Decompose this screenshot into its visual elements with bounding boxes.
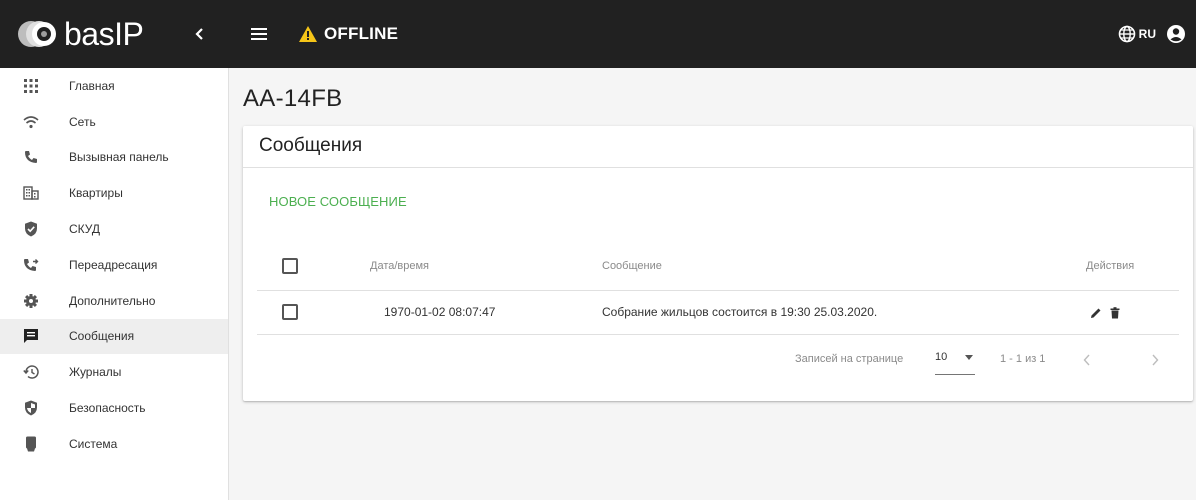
trash-icon [1110, 307, 1120, 319]
rows-per-page-value: 10 [935, 351, 948, 363]
sidebar-item-label: Дополнительно [69, 293, 156, 308]
chevron-right-icon [1152, 354, 1159, 366]
sidebar-nav: Главная Сеть Вызывная панель Квартиры СК… [0, 68, 229, 500]
collapse-sidebar-button[interactable] [188, 22, 212, 46]
pagination-range: 1 - 1 из 1 [1000, 353, 1046, 365]
account-circle-icon [1167, 25, 1185, 43]
device-icon [22, 435, 40, 453]
brand-name: basIP [64, 15, 144, 52]
sidebar-item-call-panel[interactable]: Вызывная панель [0, 140, 228, 176]
header-tools: RU [1118, 22, 1186, 46]
sidebar-item-apartments[interactable]: Квартиры [0, 175, 228, 211]
sidebar-item-label: Система [69, 436, 118, 451]
warning-icon [299, 26, 317, 42]
sidebar-item-forwarding[interactable]: Переадресация [0, 247, 228, 283]
security-shield-icon [22, 399, 40, 417]
sidebar-item-security[interactable]: Безопасность [0, 390, 228, 426]
sidebar-item-network[interactable]: Сеть [0, 104, 228, 140]
history-icon [22, 363, 40, 381]
grid-icon [22, 77, 40, 95]
row-datetime: 1970-01-02 08:07:47 [384, 305, 496, 319]
row-divider [257, 334, 1179, 335]
sidebar-item-system[interactable]: Система [0, 426, 228, 462]
card-divider [243, 167, 1193, 168]
row-message: Собрание жильцов состоится в 19:30 25.03… [602, 305, 878, 319]
rows-per-page-label: Записей на странице [795, 353, 904, 365]
language-switcher[interactable]: RU [1118, 25, 1156, 43]
sidebar-item-access-control[interactable]: СКУД [0, 211, 228, 247]
sidebar-item-label: СКУД [69, 222, 101, 237]
delete-button[interactable] [1107, 305, 1123, 321]
sidebar-item-advanced[interactable]: Дополнительно [0, 283, 228, 319]
gear-icon [22, 292, 40, 310]
sidebar-item-label: Сеть [69, 114, 96, 129]
phone-forward-icon [22, 256, 40, 274]
column-header-message[interactable]: Сообщение [602, 260, 662, 272]
sidebar-item-label: Журналы [69, 365, 122, 380]
next-page-button[interactable] [1147, 352, 1163, 368]
sidebar-item-label: Главная [69, 78, 115, 93]
connection-status: OFFLINE [298, 22, 398, 46]
pencil-icon [1091, 308, 1101, 318]
new-message-button[interactable]: НОВОЕ СООБЩЕНИЕ [269, 194, 407, 209]
top-app-bar: basIP OFFLINE RU [0, 0, 1196, 68]
language-label: RU [1138, 27, 1156, 41]
column-header-datetime[interactable]: Дата/время [370, 260, 429, 272]
sidebar-item-main[interactable]: Главная [0, 68, 228, 104]
previous-page-button[interactable] [1079, 352, 1095, 368]
card-title: Сообщения [259, 135, 363, 156]
header-divider [257, 290, 1179, 291]
sidebar-item-label: Сообщения [69, 329, 135, 344]
globe-icon [1118, 25, 1135, 43]
rows-per-page-select[interactable]: 10 [935, 351, 975, 375]
hamburger-menu-icon [251, 28, 267, 40]
chevron-left-icon [195, 28, 203, 40]
message-icon [22, 327, 40, 345]
sidebar-item-label: Квартиры [69, 186, 123, 201]
sidebar-item-label: Вызывная панель [69, 150, 169, 165]
wifi-icon [22, 113, 40, 131]
sidebar-item-label: Переадресация [69, 257, 158, 272]
messages-card: Сообщения НОВОЕ СООБЩЕНИЕ Дата/время Соо… [243, 126, 1193, 401]
sidebar-item-logs[interactable]: Журналы [0, 354, 228, 390]
main-content: AA-14FB Сообщения НОВОЕ СООБЩЕНИЕ Дата/в… [229, 68, 1196, 500]
status-text: OFFLINE [324, 24, 399, 43]
row-checkbox[interactable] [282, 304, 298, 320]
sidebar-item-messages[interactable]: Сообщения [0, 318, 228, 355]
dropdown-arrow-icon [965, 355, 973, 360]
sidebar-item-label: Безопасность [69, 401, 146, 416]
building-icon [22, 184, 40, 202]
page-title: AA-14FB [243, 85, 343, 112]
phone-icon [22, 148, 40, 166]
account-button[interactable] [1166, 24, 1186, 44]
brand-logo-mark [14, 14, 60, 54]
chevron-left-icon [1083, 354, 1090, 366]
shield-check-icon [22, 220, 40, 238]
select-all-checkbox[interactable] [282, 258, 298, 274]
menu-button[interactable] [247, 22, 271, 46]
edit-button[interactable] [1088, 305, 1104, 321]
column-header-actions: Действия [1086, 260, 1135, 272]
